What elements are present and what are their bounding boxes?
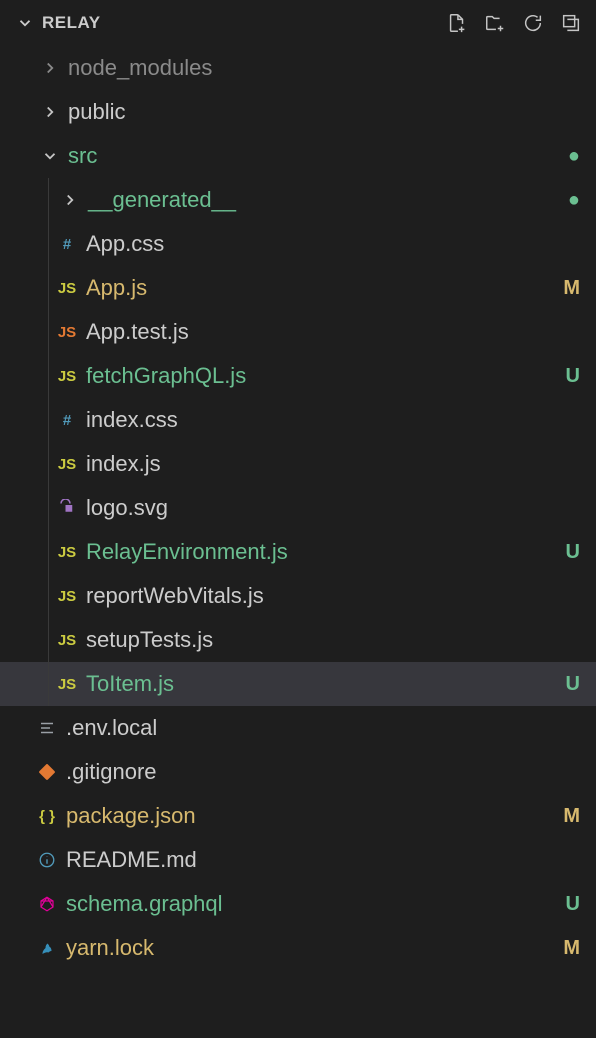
folder-label: public — [64, 99, 580, 125]
file-index-css[interactable]: # index.css — [0, 398, 596, 442]
new-file-icon[interactable] — [446, 12, 468, 34]
file-label: index.js — [82, 451, 580, 477]
file-label: fetchGraphQL.js — [82, 363, 556, 389]
file-label: App.css — [82, 231, 580, 257]
file-label: App.test.js — [82, 319, 580, 345]
folder-src[interactable]: src ● — [0, 134, 596, 178]
file-label: .env.local — [62, 715, 580, 741]
git-status-badge: U — [556, 673, 580, 696]
chevron-right-icon — [36, 59, 64, 77]
file-env-local[interactable]: .env.local — [0, 706, 596, 750]
chevron-right-icon — [36, 103, 64, 121]
git-status-dot: ● — [556, 145, 580, 168]
file-setuptests-js[interactable]: JS setupTests.js — [0, 618, 596, 662]
text-file-icon — [32, 719, 62, 737]
info-file-icon — [32, 851, 62, 869]
file-toitem-js[interactable]: JS ToItem.js U — [0, 662, 596, 706]
js-file-icon: JS — [52, 544, 82, 561]
chevron-down-icon — [36, 147, 64, 165]
js-file-icon: JS — [52, 676, 82, 693]
js-file-icon: JS — [52, 632, 82, 649]
file-label: schema.graphql — [62, 891, 556, 917]
git-status-badge: M — [555, 805, 580, 828]
file-label: reportWebVitals.js — [82, 583, 580, 609]
explorer-header: RELAY — [0, 0, 596, 46]
file-logo-svg[interactable]: logo.svg — [0, 486, 596, 530]
file-schema-graphql[interactable]: schema.graphql U — [0, 882, 596, 926]
svg-file-icon — [52, 499, 82, 517]
file-package-json[interactable]: { } package.json M — [0, 794, 596, 838]
file-label: README.md — [62, 847, 580, 873]
file-label: .gitignore — [62, 759, 580, 785]
folder-label: src — [64, 143, 556, 169]
chevron-right-icon — [56, 191, 84, 209]
file-app-js[interactable]: JS App.js M — [0, 266, 596, 310]
file-app-css[interactable]: # App.css — [0, 222, 596, 266]
css-file-icon: # — [52, 236, 82, 253]
js-file-icon: JS — [52, 456, 82, 473]
css-file-icon: # — [52, 412, 82, 429]
js-file-icon: JS — [52, 368, 82, 385]
folder-label: __generated__ — [84, 187, 556, 213]
file-reportwebvitals-js[interactable]: JS reportWebVitals.js — [0, 574, 596, 618]
file-label: setupTests.js — [82, 627, 580, 653]
file-readme-md[interactable]: README.md — [0, 838, 596, 882]
json-file-icon: { } — [32, 808, 62, 825]
js-file-icon: JS — [52, 588, 82, 605]
file-label: RelayEnvironment.js — [82, 539, 556, 565]
git-status-badge: M — [555, 277, 580, 300]
file-fetchgraphql-js[interactable]: JS fetchGraphQL.js U — [0, 354, 596, 398]
file-index-js[interactable]: JS index.js — [0, 442, 596, 486]
folder-node-modules[interactable]: node_modules — [0, 46, 596, 90]
git-file-icon — [32, 763, 62, 781]
folder-generated[interactable]: __generated__ ● — [0, 178, 596, 222]
project-title: RELAY — [42, 13, 438, 33]
file-explorer: RELAY node_modules — [0, 0, 596, 970]
file-label: yarn.lock — [62, 935, 555, 961]
git-status-dot: ● — [556, 189, 580, 212]
file-gitignore[interactable]: .gitignore — [0, 750, 596, 794]
file-tree: node_modules public src ● __generated__ — [0, 46, 596, 970]
folder-label: node_modules — [64, 55, 580, 81]
git-status-badge: M — [555, 937, 580, 960]
refresh-icon[interactable] — [522, 12, 544, 34]
git-status-badge: U — [556, 365, 580, 388]
new-folder-icon[interactable] — [484, 12, 506, 34]
file-relayenvironment-js[interactable]: JS RelayEnvironment.js U — [0, 530, 596, 574]
file-label: App.js — [82, 275, 555, 301]
git-status-badge: U — [556, 541, 580, 564]
file-label: ToItem.js — [82, 671, 556, 697]
graphql-file-icon — [32, 895, 62, 913]
file-label: package.json — [62, 803, 555, 829]
folder-public[interactable]: public — [0, 90, 596, 134]
file-label: logo.svg — [82, 495, 580, 521]
file-label: index.css — [82, 407, 580, 433]
chevron-down-icon[interactable] — [16, 14, 34, 32]
js-file-icon: JS — [52, 280, 82, 297]
js-test-file-icon: JS — [52, 324, 82, 341]
git-status-badge: U — [556, 893, 580, 916]
file-yarn-lock[interactable]: yarn.lock M — [0, 926, 596, 970]
file-app-test-js[interactable]: JS App.test.js — [0, 310, 596, 354]
collapse-all-icon[interactable] — [560, 12, 582, 34]
yarn-file-icon — [32, 939, 62, 957]
